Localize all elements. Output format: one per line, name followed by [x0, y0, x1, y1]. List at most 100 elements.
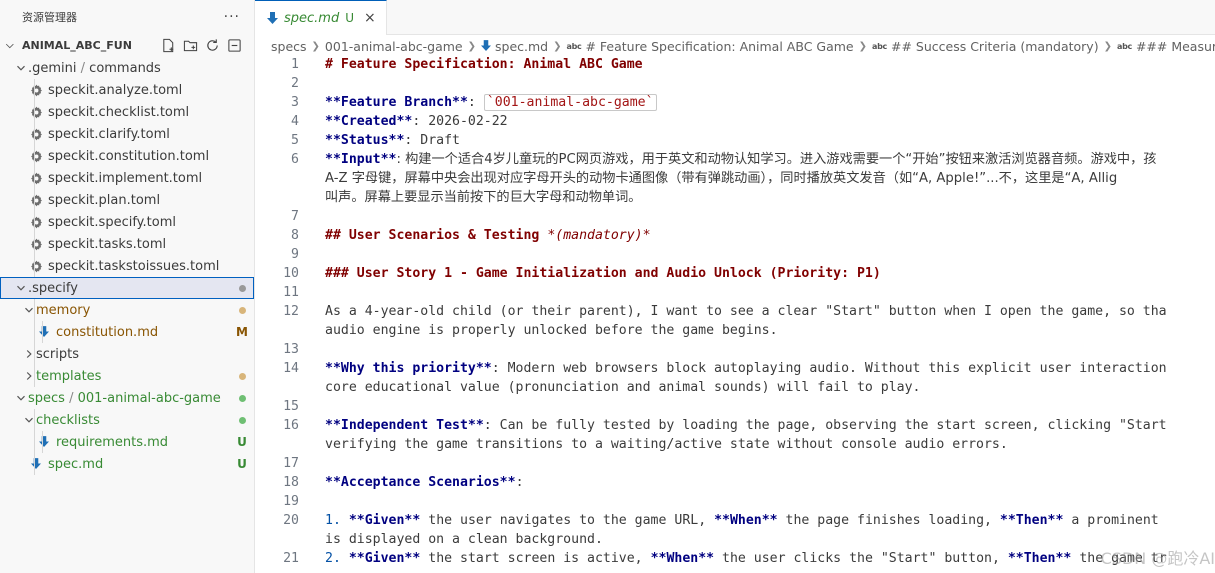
md-heading: ## User Scenarios & Testing: [325, 228, 548, 243]
tree-item-label: requirements.md: [56, 435, 230, 450]
breadcrumb-folder[interactable]: 001-animal-abc-game: [325, 39, 463, 54]
md-heading: # Feature Specification: Animal ABC Game: [325, 57, 643, 72]
md-text: is displayed on a clean background.: [325, 532, 603, 547]
more-actions-icon[interactable]: ···: [224, 9, 240, 25]
line-number: 3: [291, 95, 299, 110]
markdown-icon: [36, 434, 52, 450]
indent-guide: [34, 167, 35, 189]
md-bold: **Given**: [348, 551, 421, 566]
code-line: 5 **Status**: Draft: [255, 131, 1215, 150]
code-line: 18 **Acceptance Scenarios**:: [255, 473, 1215, 492]
new-folder-icon[interactable]: [182, 37, 198, 53]
tree-item-name: scripts: [36, 346, 79, 362]
md-heading: ### User Story 1 - Game Initialization a…: [325, 266, 881, 281]
md-bold: **Why this priority**: [325, 361, 492, 376]
line-number: [255, 169, 299, 188]
tree-item-label: scripts: [36, 347, 230, 362]
breadcrumb-h3[interactable]: ### Measurable Outcomes: [1136, 39, 1215, 54]
explorer-header: 资源管理器 ···: [0, 0, 254, 33]
tree-file[interactable]: speckit.implement.toml: [0, 167, 254, 189]
code-line: 2: [255, 74, 1215, 93]
code-line: 15: [255, 397, 1215, 416]
tree-folder[interactable]: specs / 001-animal-abc-game: [0, 387, 254, 409]
tree-item-name: checklists: [36, 412, 100, 428]
breadcrumb-specs[interactable]: specs: [271, 39, 307, 54]
tree-file[interactable]: speckit.clarify.toml: [0, 123, 254, 145]
line-number: 19: [283, 494, 299, 509]
breadcrumb-h1[interactable]: # Feature Specification: Animal ABC Game: [585, 39, 853, 54]
tree-file[interactable]: speckit.analyze.toml: [0, 79, 254, 101]
tree-file[interactable]: speckit.taskstoissues.toml: [0, 255, 254, 277]
indent-guide: [34, 255, 35, 277]
tree-folder[interactable]: checklists: [0, 409, 254, 431]
md-bold: **Input**: [325, 152, 397, 167]
breadcrumb-file[interactable]: spec.md: [495, 39, 548, 54]
chevron-right-icon: ❯: [858, 40, 868, 52]
tree-item-subpath: 001-animal-abc-game: [77, 390, 221, 406]
tree-file[interactable]: constitution.md M: [0, 321, 254, 343]
md-text: core educational value (pronunciation an…: [325, 380, 921, 395]
tree-folder[interactable]: memory: [0, 299, 254, 321]
close-icon[interactable]: ×: [364, 10, 376, 26]
md-bold: **Independent Test**: [325, 418, 484, 433]
tree-file[interactable]: spec.md U: [0, 453, 254, 475]
tree-item-name: speckit.implement.toml: [48, 170, 203, 186]
git-status-dot: [230, 303, 254, 317]
md-text: verifying the game transitions to a wait…: [325, 437, 1008, 452]
tree-folder[interactable]: scripts: [0, 343, 254, 365]
md-text: a prominent: [1063, 513, 1159, 528]
line-number: 4: [291, 114, 299, 129]
chevron-down-icon: ⌵: [6, 39, 14, 51]
tree-file[interactable]: speckit.specify.toml: [0, 211, 254, 233]
code-editor[interactable]: 1 # Feature Specification: Animal ABC Gam…: [255, 55, 1215, 568]
md-text: the start screen is active,: [420, 551, 651, 566]
tree-folder[interactable]: templates: [0, 365, 254, 387]
md-text: : Modern web browsers block autoplaying …: [491, 361, 1167, 376]
indent-guide: [42, 321, 43, 343]
workspace-root[interactable]: ⌵ ANIMAL_ABC_FUN: [0, 33, 254, 57]
line-number: 7: [291, 209, 299, 224]
indent-guide: [34, 343, 35, 365]
tree-item-name: constitution.md: [56, 324, 159, 340]
workspace-root-label: ANIMAL_ABC_FUN: [22, 38, 132, 52]
tree-file[interactable]: speckit.checklist.toml: [0, 101, 254, 123]
tree-file[interactable]: speckit.plan.toml: [0, 189, 254, 211]
chevron-down-icon: [14, 63, 28, 73]
indent-guide: [34, 211, 35, 233]
gear-icon: [28, 170, 44, 186]
refresh-icon[interactable]: [204, 37, 220, 53]
code-line: 9: [255, 245, 1215, 264]
tree-item-label: constitution.md: [56, 325, 230, 340]
tree-file[interactable]: speckit.constitution.toml: [0, 145, 254, 167]
indent-guide: [34, 145, 35, 167]
tree-item-name: requirements.md: [56, 434, 169, 450]
tree-file[interactable]: speckit.tasks.toml: [0, 233, 254, 255]
code-line: 20 1. **Given** the user navigates to the…: [255, 511, 1215, 530]
tree-folder[interactable]: .gemini / commands: [0, 57, 254, 79]
tree-item-label: spec.md: [48, 457, 230, 472]
indent-guide: [34, 123, 35, 145]
line-number: [255, 530, 299, 549]
tree-item-label: memory: [36, 303, 230, 318]
md-list-number: 1.: [325, 513, 341, 528]
code-line: 12 As a 4-year-old child (or their parent…: [255, 302, 1215, 321]
tab-spec-md[interactable]: spec.md U ×: [255, 0, 387, 35]
tree-folder[interactable]: .specify: [0, 277, 254, 299]
tree-item-label: .specify: [28, 281, 230, 296]
indent-guide: [34, 189, 35, 211]
code-line: 11: [255, 283, 1215, 302]
md-bold: **Status**: [325, 133, 405, 148]
tree-file[interactable]: requirements.md U: [0, 431, 254, 453]
code-line: 13: [255, 340, 1215, 359]
code-line: 19: [255, 492, 1215, 511]
chevron-down-icon: [14, 393, 28, 403]
indent-guide: [34, 233, 35, 255]
code-line: 7: [255, 207, 1215, 226]
breadcrumb-h2[interactable]: ## Success Criteria (mandatory): [891, 39, 1099, 54]
line-number: 12: [283, 304, 299, 319]
git-status-dot: [230, 281, 254, 295]
symbol-string-icon: abc: [872, 41, 887, 51]
collapse-all-icon[interactable]: [226, 37, 242, 53]
line-number: 1: [291, 57, 299, 72]
new-file-icon[interactable]: [160, 37, 176, 53]
